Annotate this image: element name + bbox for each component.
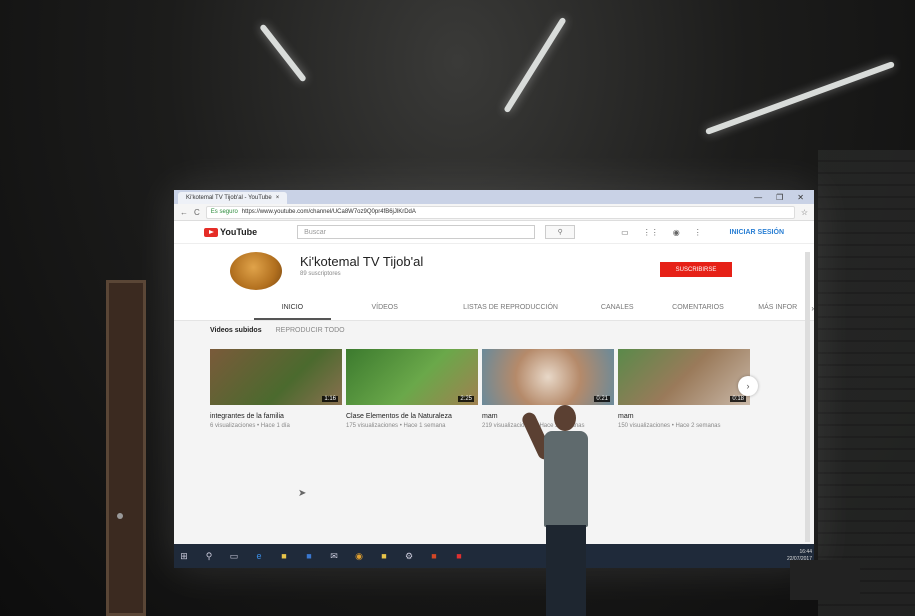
app-red-icon[interactable]: ■ [453,550,465,562]
windows-start-icon[interactable]: ⊞ [178,550,190,562]
apps-grid-icon[interactable]: ⋮⋮ [643,228,659,237]
chevron-right-icon[interactable]: › [811,304,814,313]
shelf-next-button[interactable]: › [738,376,758,396]
search-icon: ⚲ [557,229,563,236]
video-thumbnail[interactable]: 0:21 [482,349,614,405]
store-icon[interactable]: ■ [378,550,390,562]
file-explorer-icon[interactable]: ■ [278,550,290,562]
channel-header: Ki'kotemal TV Tijob'al 89 suscriptores S… [174,244,814,296]
search-input[interactable]: Buscar [297,225,536,239]
more-menu-icon[interactable]: ⋮ [694,228,702,237]
header-icons: ▭ ⋮⋮ ◉ ⋮ [621,228,702,237]
channel-name: Ki'kotemal TV Tijob'al [300,254,424,269]
signin-button[interactable]: INICIAR SESIÓN [730,229,784,236]
address-bar-row: ← C Es seguro https://www.youtube.com/ch… [174,204,814,221]
person-pants [546,525,586,616]
video-duration: 2:25 [458,396,474,402]
video-duration: 0:18 [730,396,746,402]
url-text: https://www.youtube.com/channel/UCa8W7oz… [241,209,416,215]
door [106,280,146,616]
tab-inicio[interactable]: INICIO [254,296,331,320]
logo-text: YouTube [220,227,258,237]
video-thumbnail[interactable]: 2:25 [346,349,478,405]
reload-icon[interactable]: C [194,208,200,217]
uploads-title[interactable]: Videos subidos [210,327,262,341]
video-meta: 6 visualizaciones • Hace 1 día [210,423,290,429]
mouse-cursor-icon: ➤ [298,488,307,499]
video-title[interactable]: integrantes de la familia [210,413,342,421]
presenter-person [520,405,600,616]
person-shirt [544,431,588,527]
video-title[interactable]: Clase Elementos de la Naturaleza [346,413,478,421]
secure-label: Es seguro [210,209,238,215]
browser-tab[interactable]: Ki'kotemal TV Tijob'al - YouTube × [178,192,288,204]
upload-video-icon[interactable]: ▭ [621,228,629,237]
video-meta: 175 visualizaciones • Hace 1 semana [346,423,446,429]
door-knob [117,513,123,519]
close-window-icon[interactable]: ✕ [797,193,804,202]
address-bar[interactable]: Es seguro https://www.youtube.com/channe… [205,205,795,219]
tab-mas-info[interactable]: MÁS INFOR [744,296,811,320]
back-icon[interactable]: ← [180,208,188,217]
video-title[interactable]: mam [618,413,750,421]
youtube-logo[interactable]: YouTube [204,227,257,237]
tab-title: Ki'kotemal TV Tijob'al - YouTube [186,195,272,201]
video-shelf: 1:16 integrantes de la familia 6 visuali… [174,341,814,430]
chrome-icon[interactable]: ◉ [353,550,365,562]
maximize-icon[interactable]: ❐ [776,193,783,202]
scrollbar[interactable] [805,252,810,542]
video-meta: 150 visualizaciones • Hace 2 semanas [618,423,721,429]
subscriber-count: 89 suscriptores [300,271,341,277]
powerpoint-icon[interactable]: ■ [428,550,440,562]
clock-time: 16:44 [799,549,812,555]
video-duration: 0:21 [594,396,610,402]
brick-wall [818,150,915,616]
windows-taskbar: ⊞ ⚲ ▭ e ■ ■ ✉ ◉ ■ ⚙ ■ ■ 16:44 22/07/2017 [174,544,814,568]
play-logo-icon [204,227,218,237]
messages-icon[interactable]: ◉ [673,228,680,237]
channel-tabs: INICIO VÍDEOS LISTAS DE REPRODUCCIÓN CAN… [174,296,814,321]
close-icon[interactable]: × [276,195,280,201]
speaker-box [790,560,860,600]
word-icon[interactable]: ■ [303,550,315,562]
chevron-right-icon: › [746,381,750,391]
video-card[interactable]: 2:25 Clase Elementos de la Naturaleza 17… [346,349,478,430]
play-all-button[interactable]: REPRODUCIR TODO [276,327,345,341]
uploads-section-header: Videos subidos REPRODUCIR TODO [174,321,814,341]
tab-comentarios[interactable]: COMENTARIOS [652,296,744,320]
video-card[interactable]: 0:18 mam 150 visualizaciones • Hace 2 se… [618,349,750,430]
edge-icon[interactable]: e [253,550,265,562]
window-controls: — ❐ ✕ [754,193,814,202]
star-icon[interactable]: ☆ [801,208,808,217]
search-button[interactable]: ⚲ [545,225,576,239]
search-icon[interactable]: ⚲ [203,550,215,562]
search-placeholder: Buscar [304,228,326,236]
person-head [554,405,576,431]
minimize-icon[interactable]: — [754,193,762,202]
browser-tab-strip: Ki'kotemal TV Tijob'al - YouTube × — ❐ ✕ [174,190,814,204]
projected-screen: Ki'kotemal TV Tijob'al - YouTube × — ❐ ✕… [174,190,814,568]
tab-videos[interactable]: VÍDEOS [331,296,439,320]
video-card[interactable]: 1:16 integrantes de la familia 6 visuali… [210,349,342,430]
video-thumbnail[interactable]: 0:18 [618,349,750,405]
channel-avatar[interactable] [230,252,282,290]
task-view-icon[interactable]: ▭ [228,550,240,562]
mail-icon[interactable]: ✉ [328,550,340,562]
video-duration: 1:16 [322,396,338,402]
tab-canales[interactable]: CANALES [583,296,652,320]
subscribe-button[interactable]: SUSCRIBIRSE [660,262,732,277]
settings-gear-icon[interactable]: ⚙ [403,550,415,562]
tab-playlists[interactable]: LISTAS DE REPRODUCCIÓN [439,296,583,320]
video-thumbnail[interactable]: 1:16 [210,349,342,405]
youtube-header: YouTube Buscar ⚲ ▭ ⋮⋮ ◉ ⋮ INICIAR SESIÓN [174,221,814,244]
